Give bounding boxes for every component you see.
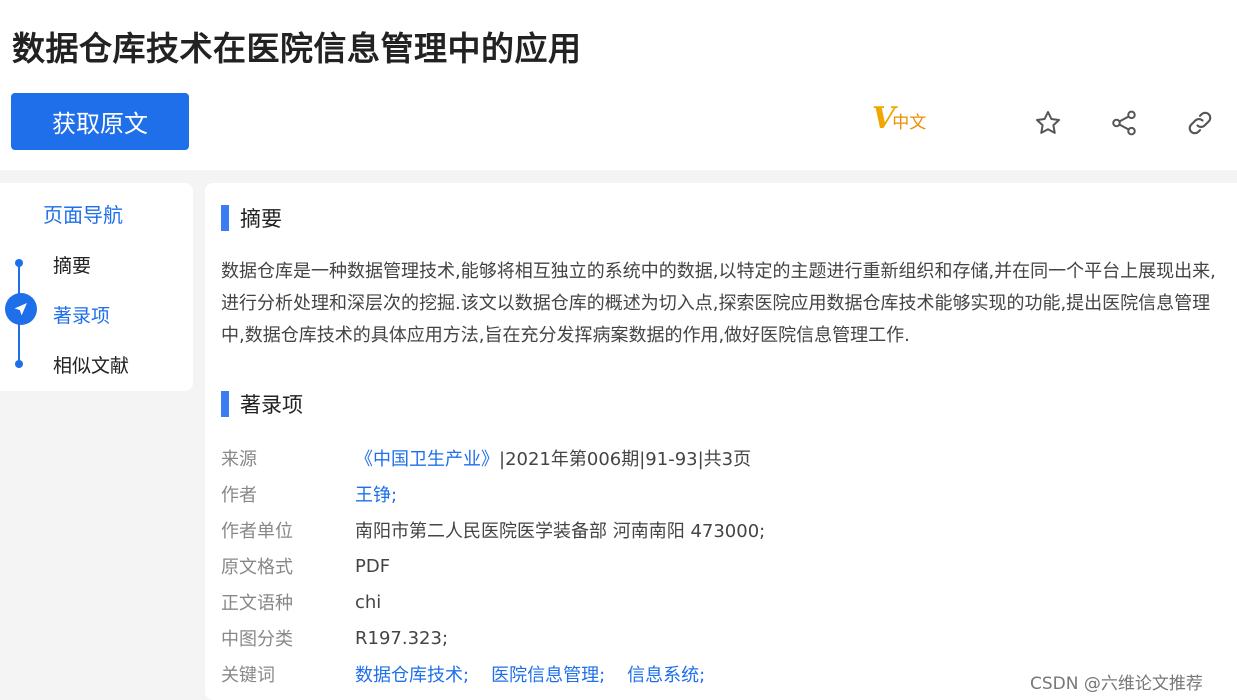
nav-dot [15,360,23,368]
meta-row-source: 来源 《中国卫生产业》 |2021年第006期|91-93|共3页 [221,445,751,471]
nav-title: 页面导航 [43,203,123,227]
language-value: chi [355,591,382,613]
section-bar [221,205,229,231]
logo-text: 中文 [892,113,927,133]
navigation-arrow-icon [5,293,37,325]
get-original-button[interactable]: 获取原文 [11,93,189,150]
meta-label: 原文格式 [221,557,293,578]
author-link[interactable]: 王铮; [355,481,397,507]
watermark: CSDN @六维论文推荐 [1030,674,1203,694]
section-bar [221,391,229,417]
meta-label: 作者 [221,485,257,506]
meta-row-language: 正文语种 chi [221,589,381,615]
meta-label: 作者单位 [221,521,293,542]
abstract-heading: 摘要 [240,207,282,231]
keyword-link[interactable]: 信息系统; [627,661,705,687]
meta-label: 来源 [221,449,257,470]
meta-label: 关键词 [221,665,275,686]
link-icon[interactable] [1184,107,1216,139]
record-header: 著录项 [221,391,303,417]
nav-item-abstract[interactable]: 摘要 [53,251,91,278]
affiliation-value: 南阳市第二人民医院医学装备部 河南南阳 473000; [355,521,766,542]
page-navigation: 页面导航 摘要 著录项 相似文献 [0,183,193,391]
meta-row-clc: 中图分类 R197.323; [221,625,448,651]
page-header: 数据仓库技术在医院信息管理中的应用 获取原文 V 中文 [0,0,1237,170]
meta-row-keywords: 关键词 数据仓库技术; 医院信息管理; 信息系统; [221,661,727,687]
nav-item-similar-docs[interactable]: 相似文献 [53,351,129,378]
keyword-link[interactable]: 数据仓库技术; [355,661,469,687]
clc-value: R197.323; [355,627,449,649]
meta-row-affiliation: 作者单位 南阳市第二人民医院医学装备部 河南南阳 473000; [221,517,765,543]
journal-link[interactable]: 《中国卫生产业》 [355,445,499,471]
star-icon[interactable] [1032,107,1064,139]
keyword-link[interactable]: 医院信息管理; [491,661,605,687]
format-value: PDF [355,555,391,577]
meta-row-format: 原文格式 PDF [221,553,390,579]
abstract-header: 摘要 [221,205,282,231]
vzh-language-logo[interactable]: V 中文 [872,104,926,134]
record-heading: 著录项 [240,393,303,417]
content-panel: 摘要 数据仓库是一种数据管理技术,能够将相互独立的系统中的数据,以特定的主题进行… [205,183,1237,700]
nav-dot [15,259,23,267]
abstract-text: 数据仓库是一种数据管理技术,能够将相互独立的系统中的数据,以特定的主题进行重新组… [221,261,1216,346]
nav-item-record[interactable]: 著录项 [53,301,110,328]
meta-row-author: 作者 王铮; [221,481,397,507]
meta-label: 正文语种 [221,593,293,614]
source-detail: |2021年第006期|91-93|共3页 [499,449,752,470]
page-title: 数据仓库技术在医院信息管理中的应用 [12,29,582,68]
share-icon[interactable] [1108,107,1140,139]
meta-label: 中图分类 [221,629,293,650]
